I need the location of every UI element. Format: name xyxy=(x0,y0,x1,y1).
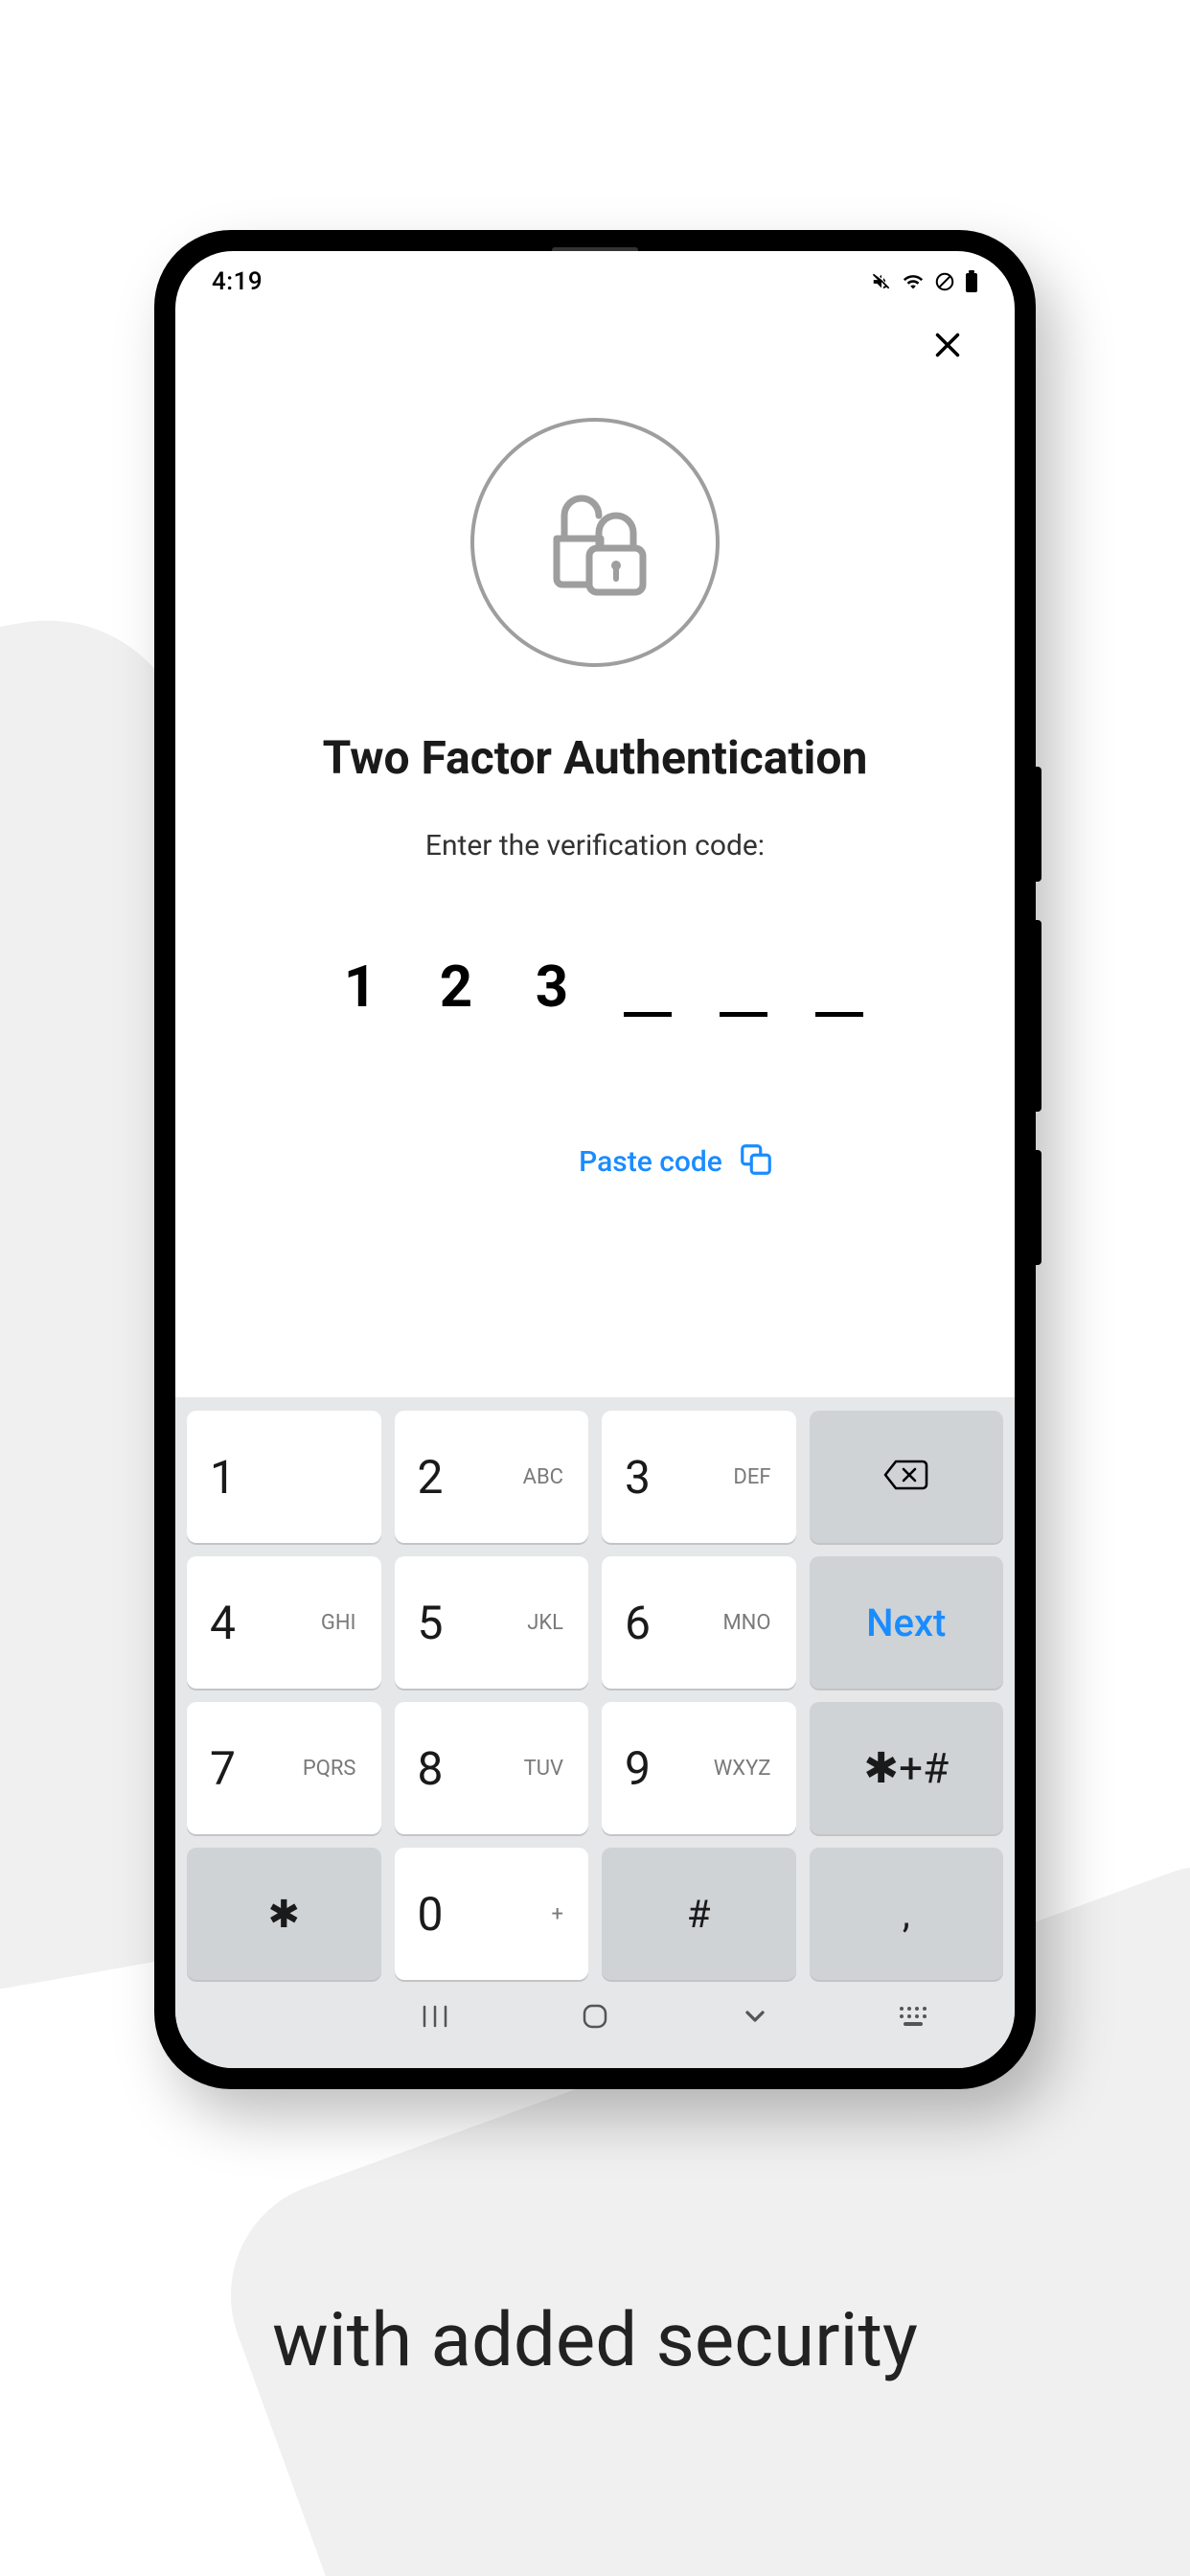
key-9[interactable]: 9 WXYZ xyxy=(602,1702,796,1834)
numeric-keyboard: 1 2 ABC 3 DEF 4 xyxy=(175,1397,1015,1980)
key-star[interactable]: ✱ xyxy=(187,1848,381,1980)
mute-icon xyxy=(871,271,892,292)
key-num: 3 xyxy=(625,1450,651,1505)
phone-side-button xyxy=(1036,920,1041,1112)
copy-icon xyxy=(738,1141,774,1182)
key-comma-label: , xyxy=(903,1892,910,1937)
key-comma[interactable]: , xyxy=(810,1848,1004,1980)
key-num: 5 xyxy=(418,1596,444,1650)
key-2[interactable]: 2 ABC xyxy=(395,1411,589,1543)
paste-code-button[interactable]: Paste code xyxy=(214,1141,976,1182)
key-num: 4 xyxy=(210,1596,236,1650)
android-navbar xyxy=(175,1980,1015,2068)
key-letters: ABC xyxy=(523,1465,563,1489)
key-num: 6 xyxy=(625,1596,651,1650)
wifi-icon xyxy=(902,271,925,292)
key-letters: + xyxy=(552,1902,563,1926)
nav-keyboard-icon[interactable] xyxy=(898,2005,932,2032)
key-letters: WXYZ xyxy=(714,1757,771,1781)
key-letters: JKL xyxy=(527,1611,563,1635)
code-digit: 2 xyxy=(432,958,480,1017)
key-hash[interactable]: # xyxy=(602,1848,796,1980)
key-letters: TUV xyxy=(524,1757,563,1781)
screen: 4:19 xyxy=(175,251,1015,2068)
key-hash-label: # xyxy=(687,1892,711,1937)
key-letters: DEF xyxy=(733,1465,770,1489)
phone-frame: 4:19 xyxy=(154,230,1036,2089)
key-next[interactable]: Next xyxy=(810,1556,1004,1689)
key-num: 1 xyxy=(210,1450,236,1505)
key-6[interactable]: 6 MNO xyxy=(602,1556,796,1689)
battery-icon xyxy=(965,270,978,293)
code-blank xyxy=(624,1012,672,1017)
lock-circle xyxy=(470,418,720,667)
key-letters: MNO xyxy=(722,1611,770,1635)
nav-recents-icon[interactable] xyxy=(419,2003,451,2034)
key-4[interactable]: 4 GHI xyxy=(187,1556,381,1689)
key-5[interactable]: 5 JKL xyxy=(395,1556,589,1689)
key-num: 7 xyxy=(210,1741,236,1796)
page-title: Two Factor Authentication xyxy=(323,730,868,785)
key-num: 2 xyxy=(418,1450,444,1505)
no-signal-icon xyxy=(934,271,955,292)
key-3[interactable]: 3 DEF xyxy=(602,1411,796,1543)
key-num: 8 xyxy=(418,1741,444,1796)
nav-back-icon[interactable] xyxy=(740,2001,770,2036)
topbar xyxy=(175,312,1015,370)
phone-side-button xyxy=(1036,767,1041,882)
page-subtitle: Enter the verification code: xyxy=(425,829,765,862)
key-letters: PQRS xyxy=(303,1757,356,1781)
nav-home-icon[interactable] xyxy=(580,2001,610,2036)
close-icon xyxy=(930,328,965,366)
key-symbols-label: ✱+# xyxy=(863,1743,949,1793)
key-0[interactable]: 0 + xyxy=(395,1848,589,1980)
status-icons xyxy=(871,270,978,293)
key-num: 0 xyxy=(418,1887,444,1942)
key-symbols[interactable]: ✱+# xyxy=(810,1702,1004,1834)
phone-side-button xyxy=(1036,1150,1041,1265)
code-digit: 3 xyxy=(528,958,576,1017)
key-8[interactable]: 8 TUV xyxy=(395,1702,589,1834)
marketing-caption: with added security xyxy=(0,2297,1190,2384)
key-star-label: ✱ xyxy=(267,1892,300,1937)
key-num: 9 xyxy=(625,1741,651,1796)
key-next-label: Next xyxy=(866,1600,946,1645)
key-backspace[interactable] xyxy=(810,1411,1004,1543)
content: Two Factor Authentication Enter the veri… xyxy=(175,370,1015,1182)
close-button[interactable] xyxy=(925,324,971,370)
code-digit: 1 xyxy=(336,958,384,1017)
key-letters: GHI xyxy=(321,1611,356,1635)
paste-code-label: Paste code xyxy=(579,1145,722,1179)
backspace-icon xyxy=(882,1458,930,1496)
status-time: 4:19 xyxy=(212,267,263,296)
status-bar: 4:19 xyxy=(175,251,1015,312)
code-blank xyxy=(815,1012,863,1017)
code-input[interactable]: 1 2 3 xyxy=(336,958,863,1017)
key-7[interactable]: 7 PQRS xyxy=(187,1702,381,1834)
key-1[interactable]: 1 xyxy=(187,1411,381,1543)
code-blank xyxy=(720,1012,767,1017)
lock-icon xyxy=(518,464,672,621)
